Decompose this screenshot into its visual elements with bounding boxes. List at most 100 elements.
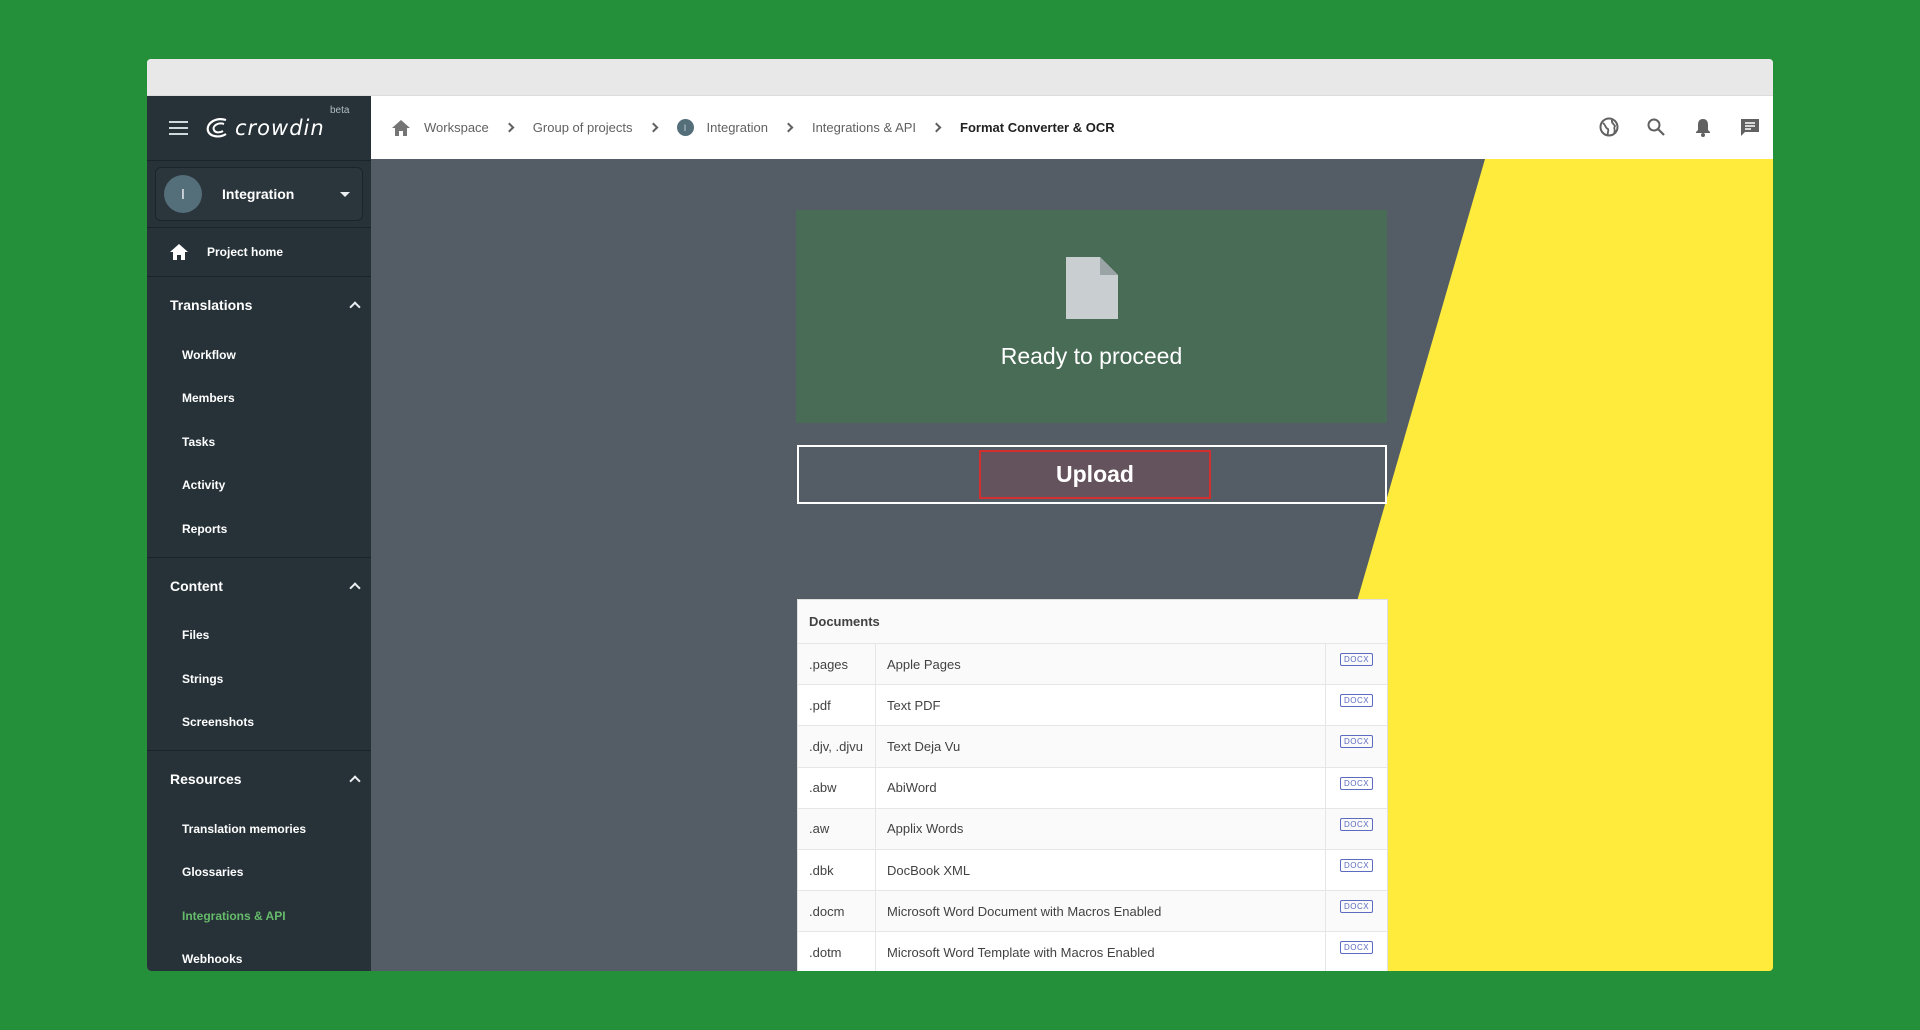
docx-badge[interactable]: DOCX [1339, 694, 1374, 708]
caret-down-icon [340, 191, 350, 197]
sidebar-item-translation-memories[interactable]: Translation memories [147, 807, 371, 851]
sidebar-item-integrations-api[interactable]: Integrations & API [147, 894, 371, 938]
cell-extension: .pdf [798, 685, 876, 726]
chevron-right-icon [648, 122, 658, 133]
main-content: Ready to proceed Upload Documents .pages… [371, 159, 1773, 971]
cell-extension: .abw [798, 767, 876, 808]
breadcrumb-workspace[interactable]: Workspace [391, 119, 489, 137]
cell-format-name: Text Deja Vu [876, 726, 1326, 767]
home-icon [392, 119, 410, 136]
beta-label: beta [330, 105, 350, 116]
breadcrumb-integration[interactable]: I Integration [676, 119, 768, 136]
breadcrumb-group-of-projects[interactable]: Group of projects [533, 120, 633, 135]
sidebar: crowdin beta I Integration Project home … [147, 96, 371, 971]
sidebar-item-tasks[interactable]: Tasks [147, 420, 371, 464]
breadcrumb-label: Integration [706, 120, 768, 135]
cell-target-format: DOCX [1326, 726, 1387, 766]
breadcrumb-current: Format Converter & OCR [960, 120, 1115, 135]
project-dot-icon: I [676, 119, 694, 136]
breadcrumb-label: Group of projects [532, 120, 633, 135]
top-icons [1598, 116, 1761, 138]
cell-target-format: DOCX [1326, 685, 1387, 725]
sidebar-item-label: Project home [207, 245, 284, 259]
cell-target-format: DOCX [1326, 809, 1387, 849]
project-name: Integration [222, 186, 295, 202]
section-content[interactable]: Content [147, 558, 371, 614]
project-avatar: I [164, 175, 202, 213]
table-row: .dbk DocBook XML DOCX [798, 849, 1387, 892]
globe-icon[interactable] [1598, 116, 1620, 138]
table-row: .pdf Text PDF DOCX [798, 685, 1387, 727]
sidebar-header: crowdin beta [147, 96, 371, 160]
section-resources[interactable]: Resources [147, 751, 371, 807]
home-icon [170, 244, 188, 260]
section-title: Content [170, 577, 223, 594]
docx-badge[interactable]: DOCX [1339, 941, 1374, 955]
documents-table: Documents .pages Apple Pages DOCX .pdf Text … [797, 599, 1388, 971]
upload-button[interactable]: Upload [979, 450, 1211, 499]
documents-title: Documents [798, 600, 1387, 644]
docx-badge[interactable]: DOCX [1339, 735, 1374, 749]
cell-format-name: AbiWord [876, 767, 1326, 808]
cell-extension: .pages [798, 644, 876, 685]
docx-badge[interactable]: DOCX [1339, 858, 1374, 872]
table-row: .docm Microsoft Word Document with Macros… [798, 891, 1387, 933]
sidebar-item-reports[interactable]: Reports [147, 507, 371, 551]
table-row: .dotm Microsoft Word Template with Macros… [798, 932, 1387, 971]
cell-extension: .aw [798, 808, 876, 849]
sidebar-item-screenshots[interactable]: Screenshots [147, 701, 371, 745]
app-window: crowdin beta I Integration Project home … [147, 59, 1773, 971]
docx-badge[interactable]: DOCX [1339, 817, 1374, 831]
drop-zone[interactable]: Ready to proceed [796, 210, 1387, 423]
chevron-up-icon [349, 301, 361, 313]
search-icon[interactable] [1645, 116, 1667, 138]
sidebar-item-members[interactable]: Members [147, 377, 371, 421]
chevron-right-icon [931, 122, 942, 133]
docx-badge[interactable]: DOCX [1339, 900, 1374, 914]
breadcrumb-label: Workspace [424, 120, 489, 135]
project-selector[interactable]: I Integration [155, 167, 363, 221]
cell-format-name: Text PDF [876, 685, 1326, 726]
docx-badge[interactable]: DOCX [1339, 653, 1374, 666]
chevron-right-icon [783, 122, 794, 133]
section-translations[interactable]: Translations [147, 277, 371, 333]
table-row: .aw Applix Words DOCX [798, 808, 1387, 850]
breadcrumb-integrations-api[interactable]: Integrations & API [812, 120, 916, 135]
crowdin-logo-icon [206, 118, 227, 138]
chevron-up-icon [349, 775, 361, 787]
cell-target-format: DOCX [1326, 850, 1387, 890]
table-row: .abw AbiWord DOCX [798, 767, 1387, 809]
cell-target-format: DOCX [1326, 644, 1387, 684]
file-icon [1065, 257, 1118, 319]
sidebar-item-glossaries[interactable]: Glossaries [147, 851, 371, 895]
cell-target-format: DOCX [1326, 932, 1387, 971]
chat-icon[interactable] [1739, 116, 1761, 138]
bell-icon[interactable] [1692, 116, 1714, 138]
crowdin-logo[interactable]: crowdin [204, 116, 325, 140]
section-title: Resources [170, 771, 242, 787]
section-title: Translations [170, 297, 253, 313]
logo-text: crowdin [235, 116, 325, 140]
breadcrumb-label: Integrations & API [811, 120, 917, 135]
cell-format-name: Microsoft Word Template with Macros Enab… [876, 932, 1326, 971]
divider [147, 160, 371, 161]
ready-text: Ready to proceed [1000, 343, 1183, 369]
sidebar-item-workflow[interactable]: Workflow [147, 333, 371, 377]
sidebar-item-project-home[interactable]: Project home [147, 228, 371, 276]
sidebar-item-webhooks[interactable]: Webhooks [147, 938, 371, 972]
cell-extension: .djv, .djvu [798, 726, 876, 767]
cell-target-format: DOCX [1326, 768, 1387, 808]
cell-format-name: Microsoft Word Document with Macros Enab… [876, 891, 1326, 932]
sidebar-item-files[interactable]: Files [147, 614, 371, 658]
sidebar-item-strings[interactable]: Strings [147, 657, 371, 701]
docx-badge[interactable]: DOCX [1339, 776, 1374, 790]
menu-icon[interactable] [169, 121, 188, 135]
table-row: .pages Apple Pages DOCX [798, 644, 1387, 686]
browser-chrome [147, 59, 1773, 96]
chevron-right-icon [504, 122, 515, 133]
upload-area[interactable]: Upload [797, 445, 1387, 504]
cell-extension: .docm [798, 891, 876, 932]
sidebar-item-activity[interactable]: Activity [147, 464, 371, 508]
chevron-up-icon [349, 581, 361, 594]
cell-target-format: DOCX [1326, 891, 1387, 931]
